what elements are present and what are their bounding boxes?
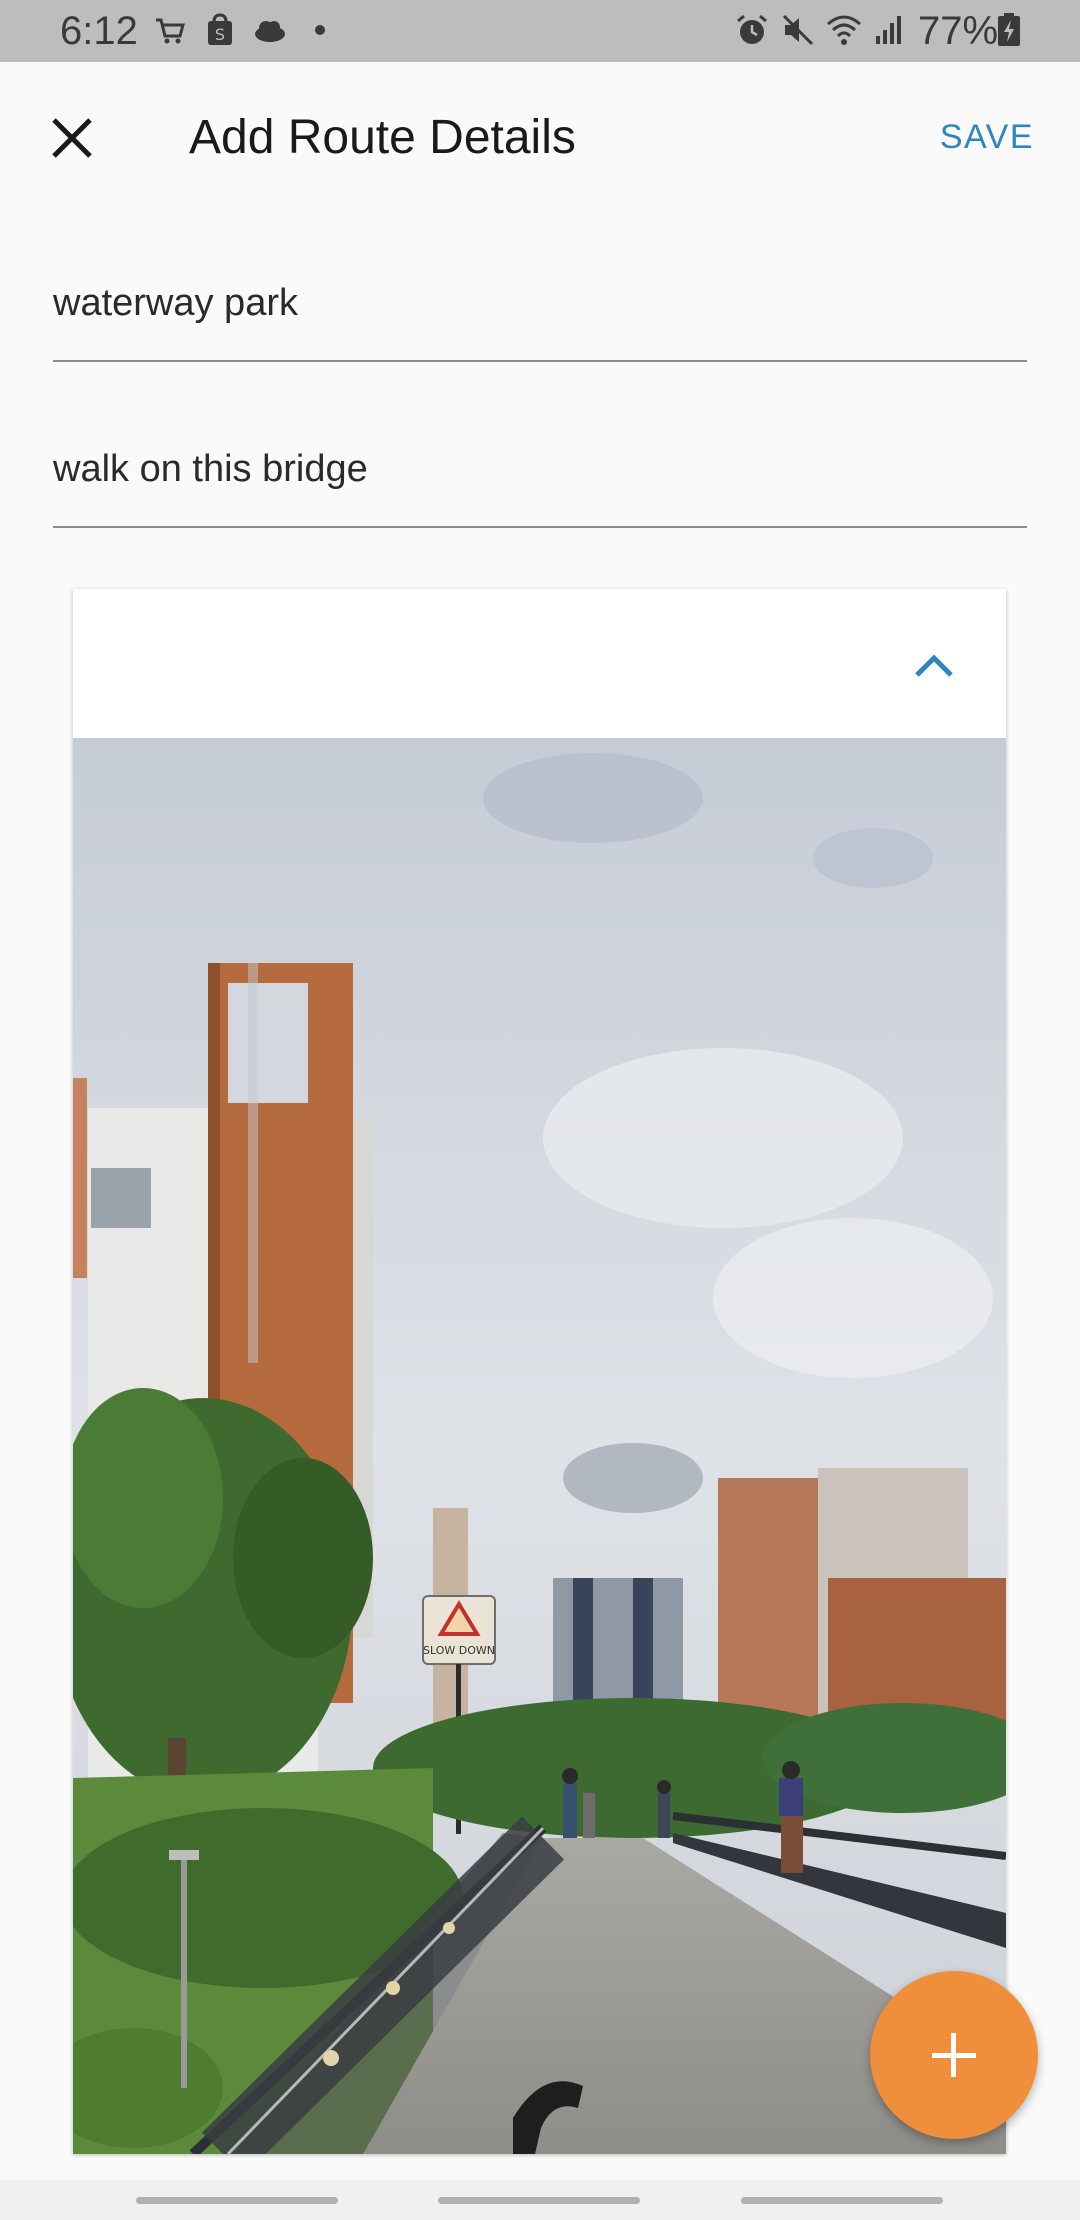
svg-text:S: S (215, 25, 225, 44)
nav-pill-home[interactable] (438, 2197, 640, 2204)
add-fab-button[interactable] (870, 1971, 1038, 2139)
system-nav-bar (0, 2180, 1080, 2220)
route-description-value[interactable]: walk on this bridge (53, 444, 368, 494)
close-icon[interactable] (40, 106, 104, 170)
nav-pill-back[interactable] (741, 2197, 943, 2204)
route-photo-image: SLOW DOWN (73, 738, 1006, 2154)
slow-down-sign-text: SLOW DOWN (423, 1644, 495, 1657)
status-bar: 6:12 S 77% (0, 0, 1080, 62)
route-description-field[interactable]: walk on this bridge (53, 418, 1027, 528)
route-name-underline (53, 360, 1027, 362)
route-photo-card: SLOW DOWN (73, 589, 1006, 2154)
cart-icon (156, 18, 185, 44)
mute-icon (782, 14, 814, 46)
cloud-icon (255, 21, 285, 42)
route-photo[interactable]: SLOW DOWN (73, 738, 1006, 2154)
card-header[interactable] (73, 589, 1006, 738)
route-name-value[interactable]: waterway park (53, 278, 298, 328)
route-description-underline (53, 526, 1027, 528)
chevron-up-icon[interactable] (911, 645, 957, 685)
plus-icon-vertical (951, 2033, 956, 2077)
app-bar: Add Route Details SAVE (0, 62, 1080, 212)
screen: 6:12 S 77% Add Route Details SAVE waterw… (0, 0, 1080, 2220)
page-title: Add Route Details (189, 111, 576, 164)
status-time: 6:12 (60, 9, 138, 53)
nav-pill-recent[interactable] (136, 2197, 338, 2204)
signal-icon (876, 16, 901, 44)
wifi-icon (827, 15, 861, 45)
save-button[interactable]: SAVE (940, 112, 1034, 162)
shopping-bag-icon: S (208, 13, 232, 45)
battery-percentage: 77% (918, 9, 999, 53)
dot-icon (315, 25, 325, 35)
route-name-field[interactable]: waterway park (53, 252, 1027, 362)
alarm-icon (737, 14, 767, 44)
battery-charging-icon (998, 13, 1020, 46)
